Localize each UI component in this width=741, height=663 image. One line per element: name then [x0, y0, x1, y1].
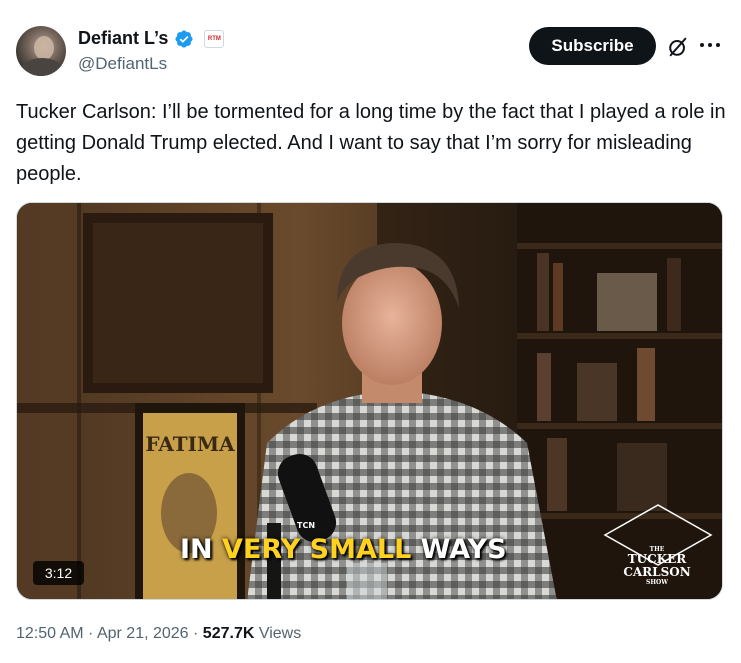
subscribe-button[interactable]: Subscribe	[529, 27, 656, 65]
caption-highlight: VERY SMALL	[222, 534, 412, 565]
show-logo-line2: CARLSON	[623, 565, 691, 579]
meta-separator: ·	[83, 625, 97, 642]
avatar-shoulder	[20, 58, 64, 76]
affiliate-badge[interactable]: RTM	[204, 29, 225, 48]
show-logo-line3: SHOW	[646, 579, 668, 586]
more-dot	[700, 43, 704, 47]
author-avatar[interactable]	[16, 26, 66, 76]
grok-icon[interactable]	[667, 36, 689, 58]
meta-separator: ·	[188, 625, 203, 642]
views-label: Views	[254, 625, 302, 642]
views-count: 527.7K	[202, 625, 255, 642]
more-dot	[708, 43, 712, 47]
video-duration: 3:12	[33, 561, 84, 585]
more-dot	[716, 43, 720, 47]
author-handle[interactable]: @DefiantLs	[78, 54, 167, 74]
caption-suffix: WAYS	[411, 534, 507, 565]
show-logo: THE TUCKER CARLSON SHOW	[604, 546, 710, 586]
more-icon[interactable]	[700, 43, 722, 51]
author-display-name[interactable]: Defiant L’s	[78, 28, 168, 49]
caption-prefix: IN	[180, 534, 223, 565]
mic-label: TCN	[297, 521, 315, 530]
tweet-text: Tucker Carlson: I’ll be tormented for a …	[16, 101, 726, 185]
tweet-meta: 12:50 AM · Apr 21, 2026 · 527.7K Views	[16, 625, 301, 643]
tweet-date[interactable]: Apr 21, 2026	[97, 625, 189, 642]
avatar-face	[34, 36, 54, 60]
tweet-time[interactable]: 12:50 AM	[16, 625, 84, 642]
verified-icon	[175, 29, 193, 48]
poster-text: FATIMA	[145, 432, 235, 456]
author-name-row: Defiant L’s RTM	[78, 28, 225, 49]
video-caption: IN VERY SMALL WAYS	[180, 534, 507, 565]
